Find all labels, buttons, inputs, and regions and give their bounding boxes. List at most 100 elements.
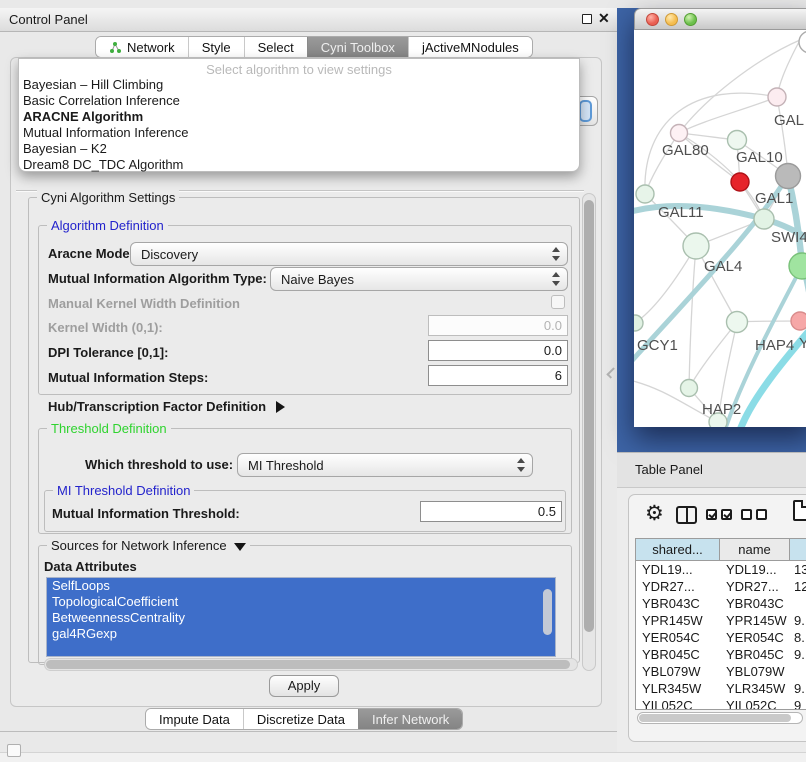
table-row[interactable]: YDR27...YDR27...12 [636,578,806,595]
settings-horizontal-scrollbar-thumb[interactable] [46,660,570,669]
dpi-tolerance-field[interactable]: 0.0 [428,340,568,361]
checked-checkbox-icon[interactable] [706,509,717,520]
network-node[interactable] [728,131,747,150]
control-panel-titlebar[interactable]: Control Panel [0,8,618,32]
attributes-scrollbar-thumb[interactable] [543,589,552,635]
attribute-list-item[interactable]: BetweennessCentrality [47,610,555,626]
table-cell: YDL19... [636,561,720,578]
table-cell: YBL079W [636,663,720,680]
close-icon[interactable]: ✕ [598,10,610,27]
aracne-mode-label: Aracne Mode: [48,246,134,261]
minimize-traffic-light-icon[interactable] [665,13,678,26]
table-cell: YDR27... [636,578,720,595]
network-node[interactable] [754,209,774,229]
network-node[interactable] [634,315,643,331]
tab-select[interactable]: Select [244,37,307,57]
network-node[interactable] [791,312,806,330]
network-canvas[interactable]: GALGAL80GAL10GAL1GAL11SWI4GAL4GCY1HAP4YH… [634,30,806,427]
table-cell: YLR345W [636,680,720,697]
network-node[interactable] [789,253,806,279]
dropdown-item[interactable]: Dream8 DC_TDC Algorithm [19,157,579,173]
document-icon[interactable] [793,500,806,521]
network-window-titlebar[interactable] [634,8,806,30]
close-traffic-light-icon[interactable] [646,13,659,26]
network-node[interactable] [776,164,801,189]
network-node[interactable] [731,173,749,191]
checked-checkbox-icon[interactable] [721,509,732,520]
attribute-list-item[interactable]: SelfLoops [47,578,555,594]
attribute-list-item[interactable]: gal4RGexp [47,626,555,642]
node-label: GAL [774,112,804,129]
mi-threshold-field[interactable]: 0.5 [420,501,562,522]
column-browser-icon[interactable] [676,506,697,524]
aracne-mode-combo[interactable]: Discovery [130,242,568,266]
aracne-mode-value: Discovery [141,247,198,262]
table-row[interactable]: YDL19...YDL19...13 [636,561,806,578]
data-attributes-list[interactable]: SelfLoopsTopologicalCoefficientBetweenne… [46,577,556,657]
which-threshold-label: Which threshold to use: [85,457,233,472]
which-threshold-combo[interactable]: MI Threshold [237,453,533,477]
unchecked-checkbox-icon[interactable] [756,509,767,520]
tab-infer-network[interactable]: Infer Network [358,709,462,729]
tab-jactivemnodules[interactable]: jActiveMNodules [408,37,532,57]
algorithm-dropdown-placeholder: Select algorithm to view settings [19,59,579,77]
manual-kernel-checkbox[interactable] [551,295,565,309]
attribute-table: shared... name A YDL19...YDL19...13YDR27… [635,538,806,710]
network-node[interactable] [683,233,709,259]
tab-cyni-toolbox[interactable]: Cyni Toolbox [307,37,408,57]
tab-discretize-data[interactable]: Discretize Data [243,709,358,729]
network-node[interactable] [681,380,698,397]
table-row[interactable]: YBL079WYBL079W [636,663,806,680]
apply-button[interactable]: Apply [269,675,339,697]
dropdown-item[interactable]: Bayesian – Hill Climbing [19,77,579,93]
table-cell: YBR045C [720,646,790,663]
attribute-list-item[interactable]: TopologicalCoefficient [47,594,555,610]
stepper-icon [552,247,560,261]
kernel-width-field[interactable]: 0.0 [428,315,568,336]
table-row[interactable]: YER054CYER054C8. [636,629,806,646]
dropdown-item[interactable]: Mutual Information Inference [19,125,579,141]
float-window-icon[interactable] [582,14,592,24]
gear-icon[interactable]: ⚙ [645,501,664,525]
cyni-algorithm-settings-title: Cyni Algorithm Settings [37,190,179,205]
dropdown-item[interactable]: ARACNE Algorithm [19,109,579,125]
column-header-partial[interactable]: A [790,539,806,561]
table-cell: YER054C [636,629,720,646]
table-row[interactable]: YPR145WYPR145W9. [636,612,806,629]
mi-type-combo[interactable]: Naive Bayes [270,267,568,291]
dropdown-item[interactable]: Bayesian – K2 [19,141,579,157]
table-row[interactable]: YBR043CYBR043C [636,595,806,612]
network-node[interactable] [799,31,806,53]
node-label: GAL10 [736,149,783,166]
dropdown-item[interactable]: Basic Correlation Inference [19,93,579,109]
tab-style[interactable]: Style [188,37,244,57]
table-row[interactable]: YBR045CYBR045C9. [636,646,806,663]
network-node[interactable] [768,88,786,106]
combo-focus-stepper[interactable] [579,100,592,122]
node-label: GAL80 [662,142,709,159]
network-node[interactable] [671,125,688,142]
table-horizontal-scrollbar-thumb[interactable] [639,714,791,722]
table-row[interactable]: YLR345WYLR345W9. [636,680,806,697]
table-panel-titlebar[interactable]: Table Panel [617,452,806,488]
zoom-traffic-light-icon[interactable] [684,13,697,26]
kernel-width-label: Kernel Width (0,1): [48,320,163,335]
tab-network[interactable]: Network [96,37,188,57]
network-node[interactable] [727,312,748,333]
column-header-shared-name[interactable]: shared... [636,539,720,561]
mi-steps-field[interactable]: 6 [428,365,568,386]
collapsed-panel-icon[interactable] [7,744,21,757]
tab-impute-data[interactable]: Impute Data [146,709,243,729]
network-node[interactable] [636,185,654,203]
table-cell: YIL052C [636,697,720,709]
node-label: GAL1 [755,190,793,207]
column-header-name[interactable]: name [720,539,790,561]
mi-threshold-definition-title: MI Threshold Definition [53,483,194,498]
hub-definition-expander[interactable]: Hub/Transcription Factor Definition [48,399,285,414]
table-row[interactable]: YIL052CYIL052C9 [636,697,806,709]
unchecked-checkbox-icon[interactable] [741,509,752,520]
table-cell: YIL052C [720,697,790,709]
application-screen: Control Panel ✕ Network Style Select Cyn… [0,0,806,762]
settings-vertical-scrollbar-thumb[interactable] [584,200,594,632]
sources-title[interactable]: Sources for Network Inference [47,538,250,553]
